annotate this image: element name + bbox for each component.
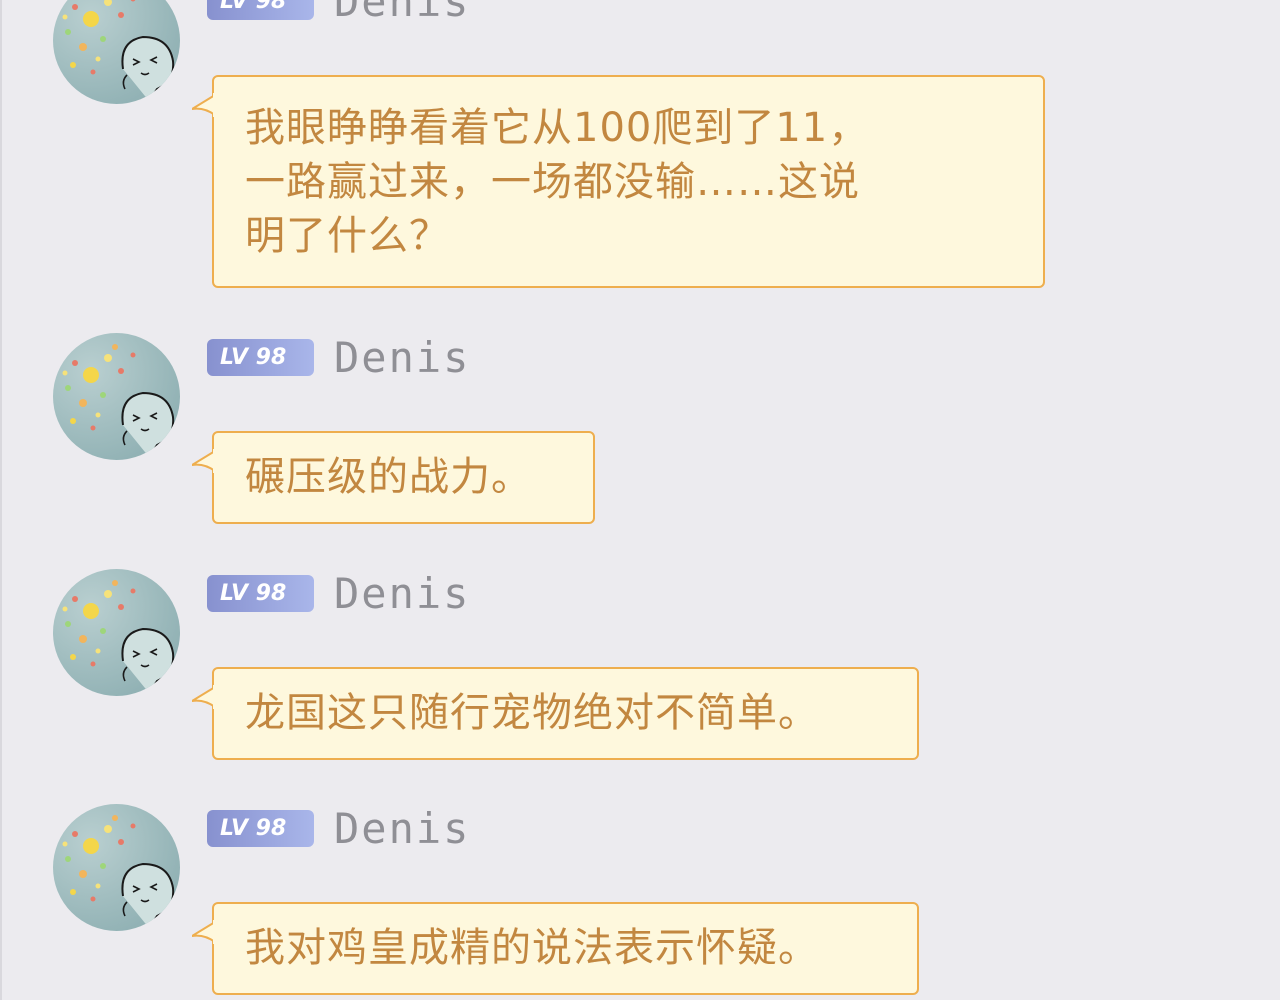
avatar[interactable]: [53, 333, 180, 460]
message-bubble[interactable]: 碾压级的战力。: [192, 431, 595, 524]
message-bubble[interactable]: 我眼睁睁看着它从100爬到了11， 一路赢过来，一场都没输……这说 明了什么？: [192, 75, 1045, 288]
bubble-tail-icon: [192, 920, 216, 944]
confetti-cat-avatar-icon: [53, 804, 180, 931]
level-badge: LV 98: [207, 0, 314, 20]
bubble-tail-icon: [192, 685, 216, 709]
message-text: 龙国这只随行宠物绝对不简单。: [245, 690, 819, 736]
avatar[interactable]: [53, 569, 180, 696]
level-badge: LV 98: [207, 810, 314, 847]
message-text: 我眼睁睁看着它从100爬到了11， 一路赢过来，一场都没输……这说 明了什么？: [245, 105, 870, 259]
username[interactable]: Denis: [334, 0, 470, 23]
username[interactable]: Denis: [334, 808, 470, 850]
username[interactable]: Denis: [334, 337, 470, 379]
confetti-cat-avatar-icon: [53, 333, 180, 460]
message-bubble[interactable]: 龙国这只随行宠物绝对不简单。: [192, 667, 919, 760]
level-badge: LV 98: [207, 575, 314, 612]
message-bubble[interactable]: 我对鸡皇成精的说法表示怀疑。: [192, 902, 919, 995]
message-text: 我对鸡皇成精的说法表示怀疑。: [245, 925, 819, 971]
left-edge-divider: [0, 0, 2, 1000]
confetti-cat-avatar-icon: [53, 0, 180, 104]
confetti-cat-avatar-icon: [53, 569, 180, 696]
bubble-tail-icon: [192, 93, 216, 117]
avatar[interactable]: [53, 0, 180, 104]
avatar[interactable]: [53, 804, 180, 931]
bubble-tail-icon: [192, 449, 216, 473]
username[interactable]: Denis: [334, 573, 470, 615]
message-text: 碾压级的战力。: [245, 454, 532, 500]
level-badge: LV 98: [207, 339, 314, 376]
